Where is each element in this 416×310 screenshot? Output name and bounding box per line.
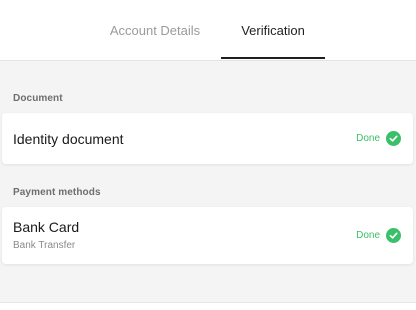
identity-document-card[interactable]: Identity document Done (2, 113, 413, 164)
check-circle-icon (386, 131, 401, 146)
identity-document-title: Identity document (13, 131, 124, 147)
check-circle-icon (386, 228, 401, 243)
status-done-label: Done (356, 230, 380, 241)
bank-card-status: Done (356, 228, 401, 243)
tab-bar: Account Details Verification (0, 0, 416, 61)
document-section-label: Document (13, 93, 63, 104)
payment-methods-section-label: Payment methods (13, 187, 101, 198)
identity-document-status: Done (356, 131, 401, 146)
bank-card-title: Bank Card (13, 219, 80, 235)
bank-card-subtitle: Bank Transfer (13, 240, 76, 251)
active-tab-indicator (221, 57, 325, 59)
status-done-label: Done (356, 133, 380, 144)
bank-card-card[interactable]: Bank Card Bank Transfer Done (2, 207, 413, 264)
tab-account-details[interactable]: Account Details (96, 0, 214, 60)
tab-verification[interactable]: Verification (221, 0, 325, 60)
